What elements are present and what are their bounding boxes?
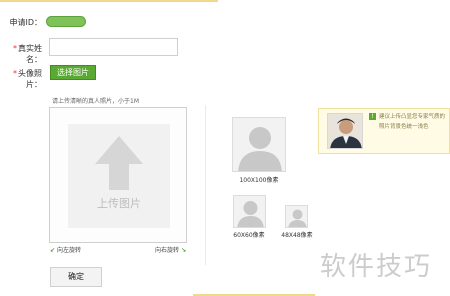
- avatar-preview-48: [285, 205, 308, 228]
- rotate-left-button[interactable]: ↙ 向左旋转: [50, 245, 81, 254]
- confirm-button[interactable]: 确定: [50, 267, 102, 287]
- name-label: *真实姓名：: [13, 44, 42, 64]
- upload-label: 上传图片: [97, 197, 141, 210]
- real-name-input[interactable]: [49, 38, 178, 56]
- id-label: 申请ID：: [9, 18, 42, 27]
- vertical-divider: [205, 105, 206, 265]
- tip-box: ! 建议上传凸显您专家气质的照片背景色统一浅色: [318, 108, 450, 154]
- upload-area[interactable]: 上传图片: [49, 107, 187, 243]
- avatar-preview-100: [232, 117, 286, 172]
- top-divider: [0, 0, 218, 2]
- rotate-right-button[interactable]: 向右旋转 ↘: [155, 245, 186, 254]
- sample-photo: [327, 113, 363, 149]
- avatar-placeholder-icon: [238, 127, 282, 171]
- avatar-caption-100: 100X100像素: [239, 177, 279, 184]
- watermark-text: 软件技巧: [320, 252, 433, 282]
- id-value-badge: [46, 16, 86, 27]
- upload-arrow-icon: [95, 136, 143, 190]
- rotate-left-icon: ↙: [50, 247, 56, 254]
- photo-label: *头像照片：: [13, 69, 42, 89]
- upload-hint: 请上传清晰的真人照片，小于1M: [52, 98, 139, 105]
- avatar-preview-60: [233, 195, 266, 228]
- info-icon: !: [369, 113, 376, 120]
- avatar-placeholder-icon: [288, 209, 307, 227]
- tip-text: 建议上传凸显您专家气质的照片背景色统一浅色: [379, 114, 446, 130]
- rotate-right-icon: ↘: [180, 247, 186, 254]
- avatar-placeholder-icon: [237, 201, 264, 227]
- avatar-caption-60: 60X60像素: [233, 232, 265, 239]
- avatar-caption-48: 48X48像素: [281, 232, 313, 239]
- choose-image-button[interactable]: 选择图片: [50, 65, 96, 80]
